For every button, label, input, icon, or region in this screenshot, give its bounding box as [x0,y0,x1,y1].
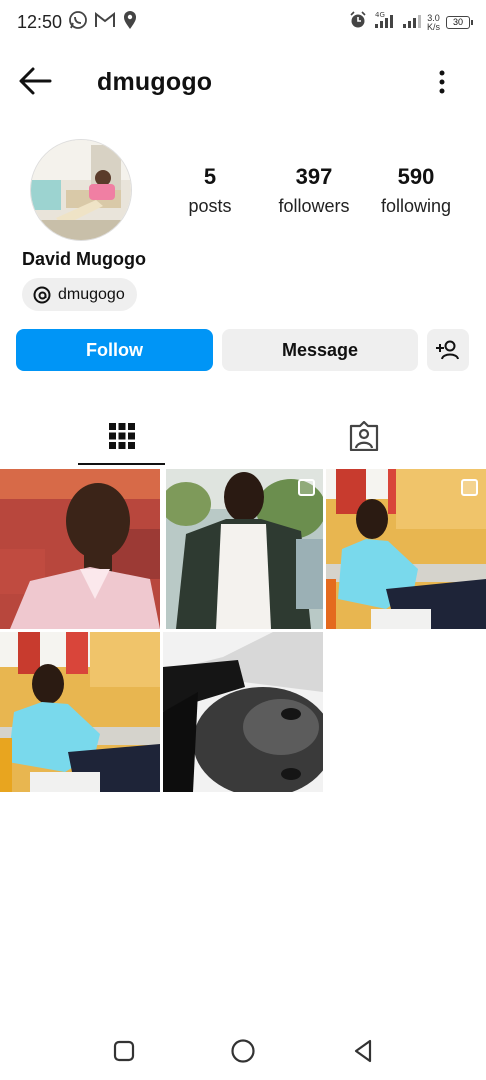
multiple-photos-icon [461,479,478,496]
more-vertical-icon [439,70,445,94]
system-back-button[interactable] [346,1034,380,1068]
system-nav-bar [0,1020,486,1080]
arrow-left-icon [19,67,52,95]
active-tab-indicator [78,463,165,465]
recents-button[interactable] [107,1034,141,1068]
threads-icon [33,286,51,303]
post-tile[interactable] [326,469,486,629]
gmail-icon [94,11,116,34]
avatar[interactable] [30,139,132,241]
profile-tabs [0,406,486,466]
status-time: 12:50 [17,12,63,32]
whatsapp-icon [68,10,88,35]
profile-header: dmugogo [0,56,486,108]
stat-following[interactable]: 590 following [372,164,460,217]
tab-tagged[interactable] [320,406,407,466]
page-title: dmugogo [97,68,213,96]
more-options-button[interactable] [430,68,454,96]
post-image [163,632,323,792]
follow-button[interactable]: Follow [16,329,213,371]
post-tile[interactable] [0,469,160,629]
triangle-back-icon [354,1039,372,1063]
stat-posts: 5 posts [188,164,232,216]
threads-handle: dmugogo [58,285,125,303]
battery-icon: 30 [446,16,473,29]
post-tile[interactable] [166,469,323,629]
multiple-photos-icon [298,479,315,496]
status-bar: 12:50 4G 3.0 K/s 30 [0,0,486,44]
location-icon [122,10,138,35]
post-image [0,632,160,792]
add-user-button[interactable] [427,329,469,371]
post-tile[interactable] [0,632,160,792]
message-button[interactable]: Message [222,329,418,371]
circle-home-icon [231,1039,255,1063]
grid-icon [108,423,135,449]
back-button[interactable] [18,66,58,98]
signal-4g-icon: 4G [373,10,395,35]
threads-link[interactable]: dmugogo [22,278,137,311]
network-speed: 3.0 K/s [426,12,440,32]
tagged-icon [349,421,378,451]
tab-posts-grid[interactable] [78,406,165,466]
post-tile[interactable] [163,632,323,792]
post-image [0,469,160,629]
add-user-icon [436,340,459,360]
home-button[interactable] [226,1034,260,1068]
square-recents-icon [113,1040,135,1062]
display-name: David Mugogo [22,249,146,269]
svg-text:4G: 4G [375,11,385,19]
stat-followers[interactable]: 397 followers [270,164,358,217]
alarm-icon [349,11,367,34]
signal-icon [401,10,421,35]
